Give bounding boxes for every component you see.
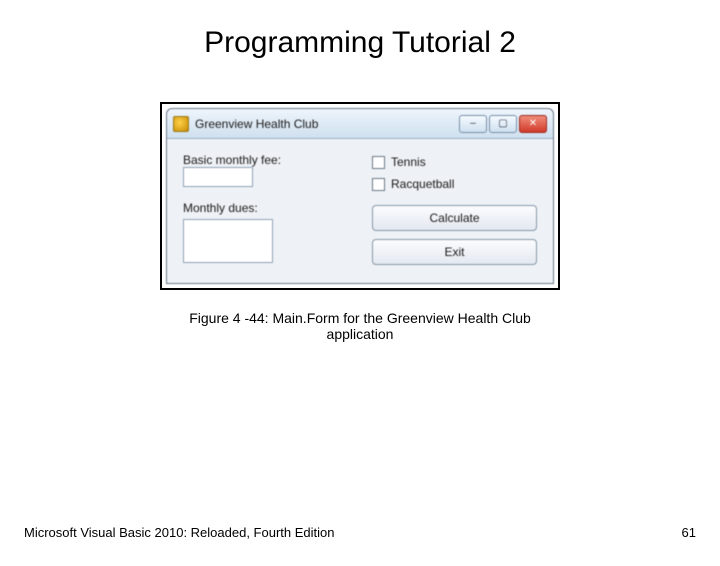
checkbox-group: Tennis Racquetball: [372, 153, 537, 191]
figure-border: Greenview Health Club – ▢ ✕ Basic monthl…: [160, 102, 560, 290]
monthly-dues-output: [183, 219, 273, 263]
app-icon: [173, 116, 189, 132]
basic-fee-group: Basic monthly fee:: [183, 153, 348, 191]
figure: Greenview Health Club – ▢ ✕ Basic monthl…: [160, 102, 560, 342]
maximize-button[interactable]: ▢: [489, 115, 517, 133]
monthly-dues-group: Monthly dues:: [183, 201, 348, 265]
slide-title: Programming Tutorial 2: [0, 26, 720, 60]
footer-text: Microsoft Visual Basic 2010: Reloaded, F…: [24, 525, 334, 540]
window-buttons: – ▢ ✕: [459, 115, 547, 133]
racquetball-row: Racquetball: [372, 177, 537, 191]
titlebar: Greenview Health Club – ▢ ✕: [167, 109, 553, 139]
slide-footer: Microsoft Visual Basic 2010: Reloaded, F…: [24, 525, 696, 540]
window-title: Greenview Health Club: [195, 117, 453, 131]
racquetball-label: Racquetball: [391, 177, 454, 191]
calculate-button[interactable]: Calculate: [372, 205, 537, 231]
app-window: Greenview Health Club – ▢ ✕ Basic monthl…: [166, 108, 554, 284]
figure-caption: Figure 4 -44: Main.Form for the Greenvie…: [160, 310, 560, 342]
close-button[interactable]: ✕: [519, 115, 547, 133]
client-area: Basic monthly fee: Tennis Racquetball Mo…: [167, 139, 553, 283]
exit-button[interactable]: Exit: [372, 239, 537, 265]
minimize-button[interactable]: –: [459, 115, 487, 133]
tennis-row: Tennis: [372, 155, 537, 169]
tennis-checkbox[interactable]: [372, 156, 385, 169]
button-group: Calculate Exit: [372, 201, 537, 265]
monthly-dues-label: Monthly dues:: [183, 201, 348, 215]
tennis-label: Tennis: [391, 155, 426, 169]
racquetball-checkbox[interactable]: [372, 178, 385, 191]
page-number: 61: [682, 525, 696, 540]
basic-fee-input[interactable]: [183, 167, 253, 187]
basic-fee-label: Basic monthly fee:: [183, 153, 348, 167]
